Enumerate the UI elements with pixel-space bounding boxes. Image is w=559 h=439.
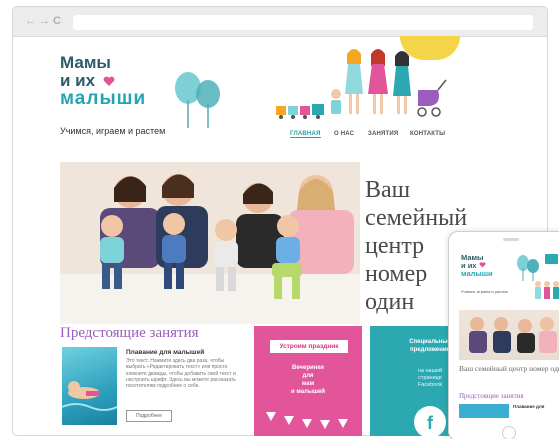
tablet-home-button[interactable]	[502, 426, 516, 439]
tablet-family-illustration	[535, 281, 559, 299]
forward-icon[interactable]: →	[39, 15, 50, 27]
bunting-flag	[320, 420, 330, 429]
bunting-flag	[284, 416, 294, 425]
party-card[interactable]: Устроим праздник Вечеринки для мам и мал…	[254, 326, 362, 436]
party-badge[interactable]: Устроим праздник	[270, 340, 348, 353]
family-illustration	[276, 49, 447, 119]
tablet-upcoming-heading: Предстоящие занятия	[459, 392, 524, 400]
browser-toolbar: ← → C	[13, 7, 547, 37]
heart-icon	[103, 76, 115, 86]
tablet-tagline: Учимся, играем и растем	[461, 289, 508, 294]
nav-item-contacts[interactable]: КОНТАКТЫ	[410, 131, 445, 137]
tablet-lesson-title: Плавание для	[513, 404, 545, 409]
tablet-mockup: Мамы и их малыши Учимся, играем и растем…	[448, 231, 559, 439]
nav-item-about[interactable]: О НАС	[334, 131, 354, 137]
hero-photo	[60, 162, 360, 324]
hamburger-menu-icon[interactable]	[545, 254, 558, 264]
party-text: Вечеринки для мам и малышей	[254, 364, 362, 396]
tablet-hero-photo	[459, 310, 559, 360]
hero-line-2: семейный	[365, 205, 468, 231]
lesson-title: Плавание для малышей	[126, 349, 205, 356]
site-tagline: Учимся, играем и растем	[60, 126, 166, 136]
party-text-line-2: для	[302, 373, 314, 379]
logo-line-1: Мамы	[60, 53, 111, 72]
nav-item-classes[interactable]: ЗАНЯТИЯ	[368, 131, 398, 137]
party-text-line-4: и малышей	[290, 389, 325, 395]
tablet-speaker	[503, 238, 519, 241]
site-logo[interactable]: Мамы и их малыши	[60, 53, 147, 109]
bunting-flag	[302, 419, 312, 428]
bunting-flag	[338, 419, 348, 428]
party-text-line-1: Вечеринки	[291, 365, 324, 371]
facebook-icon[interactable]: f	[414, 406, 446, 436]
tablet-logo[interactable]: Мамы и их малыши	[461, 254, 493, 278]
tablet-logo-line-3: малыши	[461, 269, 493, 278]
tablet-hero-text: Ваш семейный центр номер один	[459, 364, 559, 373]
logo-line-3: малыши	[60, 88, 147, 109]
swimming-thumbnail[interactable]	[62, 347, 117, 425]
heart-icon	[479, 262, 486, 268]
tablet-family-photo	[469, 317, 557, 353]
nav-item-home[interactable]: ГЛАВНАЯ	[290, 131, 321, 138]
tablet-swimming-thumbnail[interactable]	[459, 404, 509, 418]
upcoming-classes-heading: Предстоящие занятия	[60, 325, 199, 341]
bunting-flag	[266, 412, 276, 421]
trees-illustration	[175, 72, 220, 128]
tablet-trees-illustration	[517, 255, 539, 281]
hero-line-1: Ваш	[365, 177, 411, 203]
swimming-image	[62, 381, 117, 411]
party-text-line-3: мам	[301, 381, 315, 387]
reload-icon[interactable]: C	[53, 15, 61, 27]
address-bar[interactable]	[73, 15, 533, 30]
hero-family-photo	[60, 162, 360, 324]
more-details-button[interactable]: Подробнее	[126, 410, 172, 422]
back-icon[interactable]: ←	[25, 15, 36, 27]
lesson-description: Это текст. Нажмите здесь два раза, чтобы…	[126, 358, 236, 390]
